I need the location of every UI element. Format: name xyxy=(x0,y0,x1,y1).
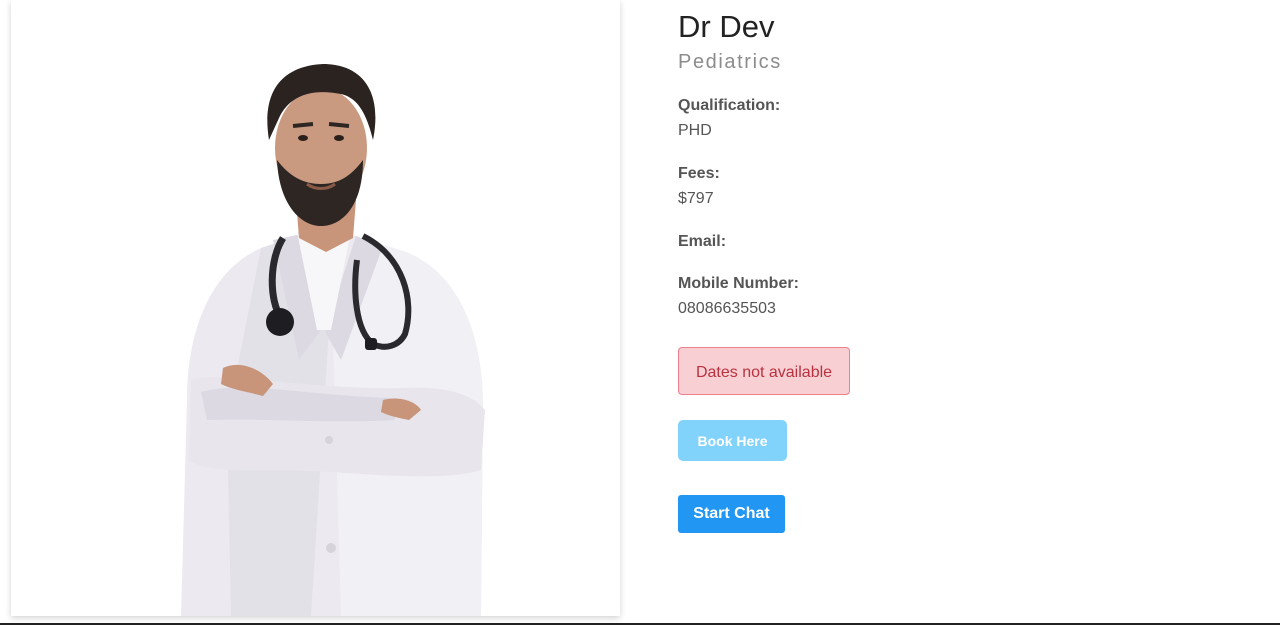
qualification-value: PHD xyxy=(678,122,712,139)
fees-value: $797 xyxy=(678,190,714,207)
book-here-button[interactable]: Book Here xyxy=(678,420,787,461)
mobile-label: Mobile Number: xyxy=(678,275,799,292)
mobile-block: Mobile Number: 08086635503 xyxy=(678,273,1238,321)
doctor-details: Dr Dev Pediatrics Qualification: PHD Fee… xyxy=(678,8,1238,533)
email-block: Email: xyxy=(678,231,1238,253)
doctor-name: Dr Dev xyxy=(678,9,775,44)
doctor-photo xyxy=(11,0,620,616)
qualification-label: Qualification: xyxy=(678,97,781,114)
qualification-block: Qualification: PHD xyxy=(678,95,1238,143)
fees-block: Fees: $797 xyxy=(678,163,1238,211)
doctor-portrait-icon xyxy=(181,64,485,616)
mobile-value: 08086635503 xyxy=(678,300,776,317)
doctor-specialty: Pediatrics xyxy=(678,51,782,73)
fees-label: Fees: xyxy=(678,165,720,182)
dates-unavailable-alert: Dates not available xyxy=(678,347,850,395)
email-label: Email: xyxy=(678,233,727,250)
start-chat-button[interactable]: Start Chat xyxy=(678,495,785,533)
doctor-profile-page: Dr Dev Pediatrics Qualification: PHD Fee… xyxy=(0,0,1280,625)
